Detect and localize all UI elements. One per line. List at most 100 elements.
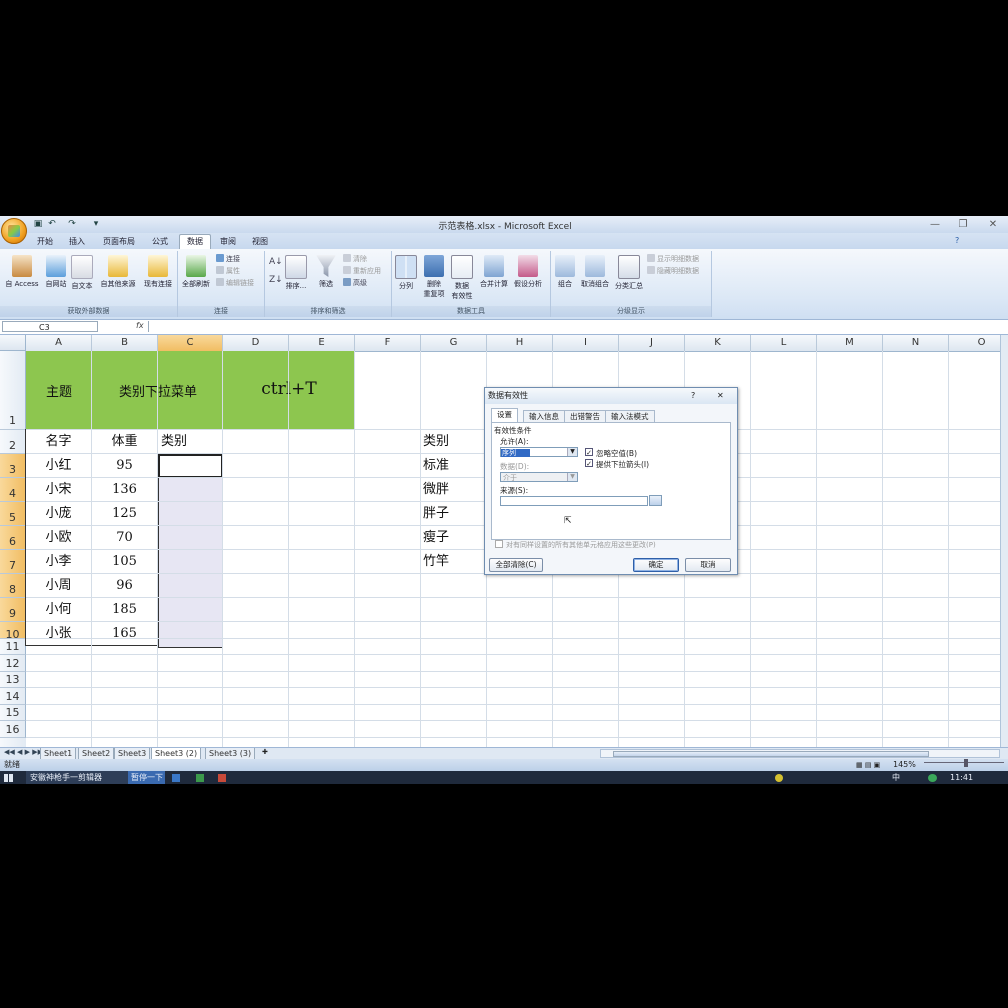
connections-button[interactable]: 连接: [216, 254, 240, 265]
category-cell[interactable]: 胖子: [422, 502, 488, 526]
cancel-button[interactable]: 取消: [685, 558, 731, 572]
column-header-m[interactable]: M: [817, 335, 883, 351]
table-header-cell[interactable]: 类别: [157, 429, 223, 454]
row-header-14[interactable]: 14: [0, 688, 26, 705]
clear-filter-button[interactable]: 清除: [343, 254, 367, 265]
from-access-button[interactable]: 自 Access: [4, 255, 40, 289]
row-header-5[interactable]: 5: [0, 502, 26, 526]
table-cell[interactable]: 185: [91, 597, 158, 622]
start-icon[interactable]: [4, 774, 13, 782]
edit-links-button[interactable]: 编辑链接: [216, 278, 254, 289]
row-header-11[interactable]: 11: [0, 639, 26, 655]
category-cell[interactable]: 竹竿: [422, 550, 488, 574]
sort-button[interactable]: 排序...: [281, 255, 311, 291]
category-cell[interactable]: 类别: [422, 430, 488, 454]
column-header-n[interactable]: N: [883, 335, 949, 351]
table-cell[interactable]: 小李: [25, 549, 92, 574]
table-cell[interactable]: 70: [91, 525, 158, 550]
table-cell[interactable]: 小欧: [25, 525, 92, 550]
row-header-4[interactable]: 4: [0, 478, 26, 502]
save-icon[interactable]: ▣: [32, 219, 44, 230]
table-cell[interactable]: 136: [91, 477, 158, 502]
column-header-b[interactable]: B: [92, 335, 158, 351]
data-select[interactable]: 介于 ▼: [500, 472, 578, 482]
minimize-button[interactable]: —: [926, 218, 944, 231]
row-header-9[interactable]: 9: [0, 598, 26, 622]
from-text-button[interactable]: 自文本: [64, 255, 100, 291]
cell-b1[interactable]: 类别下拉菜单: [92, 381, 224, 400]
taskbar-item-editor[interactable]: 安徽神枪手一剪辑器: [26, 771, 128, 784]
taskbar-item-pause[interactable]: 暂停一下: [128, 771, 165, 784]
tray-icon[interactable]: [775, 774, 783, 782]
excel-icon[interactable]: [196, 774, 204, 782]
allow-select[interactable]: 序列 ▼: [500, 447, 578, 457]
apply-all-checkbox[interactable]: [495, 540, 503, 548]
row-header-12[interactable]: 12: [0, 655, 26, 672]
table-cell[interactable]: 小庞: [25, 501, 92, 526]
table-cell[interactable]: 125: [91, 501, 158, 526]
tray-icon[interactable]: [928, 774, 937, 782]
close-button[interactable]: ✕: [984, 218, 1002, 231]
show-detail-button[interactable]: 显示明细数据: [647, 254, 699, 265]
dropdown-arrow-checkbox[interactable]: ✓: [585, 459, 593, 468]
row-header-3[interactable]: 3: [0, 454, 26, 478]
properties-button[interactable]: 属性: [216, 266, 240, 277]
office-button[interactable]: [1, 218, 27, 244]
row-header-13[interactable]: 13: [0, 672, 26, 688]
insert-function-icon[interactable]: fx: [136, 321, 144, 330]
column-header-e[interactable]: E: [289, 335, 355, 351]
row-header-8[interactable]: 8: [0, 574, 26, 598]
insert-sheet-icon[interactable]: ✚: [262, 748, 276, 759]
advanced-filter-button[interactable]: 高级: [343, 278, 367, 289]
vertical-scrollbar[interactable]: [1000, 335, 1008, 747]
column-header-j[interactable]: J: [619, 335, 685, 351]
row-header-16[interactable]: 16: [0, 721, 26, 738]
row-header-2[interactable]: 2: [0, 430, 26, 454]
app-icon[interactable]: [218, 774, 226, 782]
customize-qat-icon[interactable]: ▾: [90, 219, 102, 230]
category-cell[interactable]: 微胖: [422, 478, 488, 502]
column-header-f[interactable]: F: [355, 335, 421, 351]
ignore-blank-checkbox[interactable]: ✓: [585, 448, 593, 457]
table-cell[interactable]: 小何: [25, 597, 92, 622]
table-cell[interactable]: 165: [91, 621, 158, 646]
horizontal-scrollbar[interactable]: [600, 749, 1000, 758]
zoom-thumb[interactable]: [964, 759, 968, 767]
restore-button[interactable]: ❐: [954, 218, 972, 231]
column-header-g[interactable]: G: [421, 335, 487, 351]
consolidate-button[interactable]: 合并计算: [476, 255, 512, 289]
active-cell[interactable]: [158, 454, 223, 478]
category-cell[interactable]: 瘦子: [422, 526, 488, 550]
category-cell[interactable]: 标准: [422, 454, 488, 478]
column-header-o[interactable]: O: [949, 335, 1000, 351]
tab-data[interactable]: 数据: [179, 234, 211, 249]
collapse-dialog-icon[interactable]: [649, 495, 662, 506]
row-header-15[interactable]: 15: [0, 705, 26, 721]
tab-home[interactable]: 开始: [30, 235, 60, 249]
subtotal-button[interactable]: 分类汇总: [609, 255, 649, 291]
existing-connections-button[interactable]: 现有连接: [140, 255, 176, 289]
refresh-all-button[interactable]: 全部刷新: [178, 255, 214, 289]
clear-all-button[interactable]: 全部清除(C): [489, 558, 543, 572]
dialog-help-button[interactable]: ?: [691, 388, 695, 404]
table-cell[interactable]: 95: [91, 453, 158, 478]
tab-formulas[interactable]: 公式: [145, 235, 175, 249]
scroll-thumb[interactable]: [613, 751, 929, 757]
app-icon[interactable]: [172, 774, 180, 782]
table-cell[interactable]: 105: [91, 549, 158, 574]
ok-button[interactable]: 确定: [633, 558, 679, 572]
row-header-6[interactable]: 6: [0, 526, 26, 550]
column-header-h[interactable]: H: [487, 335, 553, 351]
column-header-l[interactable]: L: [751, 335, 817, 351]
redo-icon[interactable]: ↷: [66, 219, 78, 230]
table-cell[interactable]: 小张: [25, 621, 92, 646]
dialog-close-button[interactable]: ✕: [717, 388, 724, 404]
source-input[interactable]: [500, 496, 648, 506]
column-header-k[interactable]: K: [685, 335, 751, 351]
zoom-level[interactable]: 145%: [893, 759, 916, 771]
table-cell[interactable]: 96: [91, 573, 158, 598]
cell-a1[interactable]: 主题: [26, 381, 92, 400]
tab-insert[interactable]: 插入: [62, 235, 92, 249]
cell-d1[interactable]: ctrl+T: [224, 379, 354, 399]
tab-page-layout[interactable]: 页面布局: [98, 235, 140, 249]
